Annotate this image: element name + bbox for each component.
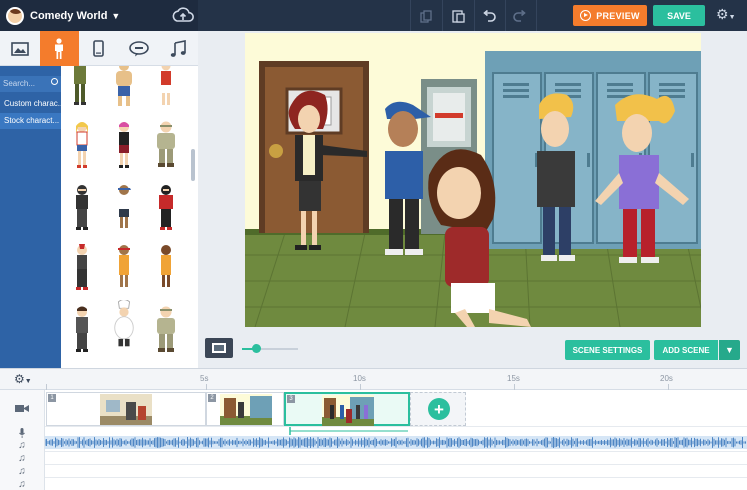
character-thumbnail[interactable] [151, 306, 181, 356]
scene-canvas[interactable] [245, 33, 701, 327]
scene-clip-active[interactable]: 3 [284, 392, 410, 435]
scene-thumbnail [100, 394, 152, 425]
character-thumbnail[interactable] [71, 184, 93, 234]
character-thumbnail[interactable] [71, 244, 93, 294]
toolbar-divider [410, 0, 411, 31]
scene-clip[interactable]: 2 [206, 392, 284, 426]
tick-label: 20s [660, 374, 673, 383]
add-scene-button[interactable]: ADD SCENE [654, 340, 718, 360]
character-thumbnail[interactable] [113, 121, 135, 171]
search-placeholder: Search... [3, 79, 36, 88]
add-scene-placeholder[interactable]: + [410, 392, 466, 426]
scene-thumbnail-toggle[interactable] [205, 338, 233, 358]
music-track-label: ♫ [0, 439, 45, 452]
voice-track-label [0, 427, 45, 439]
tab-bubble[interactable] [119, 31, 159, 66]
character-thumbnail[interactable] [69, 66, 91, 112]
paste-icon[interactable] [449, 7, 467, 25]
music-note-icon: ♫ [18, 453, 26, 464]
tick-label: 5s [200, 374, 209, 383]
tick-label: 10s [353, 374, 366, 383]
speech-bubble-icon [128, 40, 149, 56]
character-thumbnail[interactable] [113, 244, 135, 294]
scene-settings-button[interactable]: SCENE SETTINGS [565, 340, 650, 360]
redo-icon[interactable] [511, 7, 529, 25]
toolbar-divider [474, 0, 475, 31]
character-thumbnail[interactable] [71, 121, 93, 171]
timeline-ruler: ⚙▼ 5s 10s 15s 20s [0, 369, 747, 390]
tab-prop[interactable] [79, 31, 119, 66]
camera-track-label [0, 390, 45, 427]
music-track-label: ♫ [0, 452, 45, 465]
toolbar-divider [505, 0, 506, 31]
copy-icon[interactable] [417, 7, 435, 25]
music-track-label: ♫ [0, 465, 45, 478]
person-icon [55, 37, 64, 59]
film-icon [212, 343, 226, 353]
asset-tabs [0, 31, 198, 66]
undo-icon[interactable] [480, 7, 498, 25]
avatar [6, 6, 24, 25]
preview-button[interactable]: PREVIEW [573, 5, 647, 26]
music-track[interactable] [45, 478, 747, 490]
character-thumbnail[interactable] [113, 184, 135, 234]
play-icon [580, 10, 592, 21]
chevron-down-icon[interactable]: ▼ [719, 340, 740, 360]
tick-label: 15s [507, 374, 520, 383]
scene-thumbnail [220, 394, 272, 425]
preview-label: PREVIEW [596, 10, 640, 21]
settings-gear-icon[interactable]: ⚙▼ [716, 6, 736, 23]
scene-thumbnail [322, 395, 374, 426]
music-note-icon: ♫ [18, 479, 26, 490]
project-menu[interactable]: Comedy World ▼ [0, 0, 198, 31]
scene-number: 3 [287, 395, 295, 403]
asset-panel: Search... Custom charac... Stock charact… [0, 31, 198, 368]
panel-scrollbar[interactable] [191, 149, 195, 181]
character-thumbnail[interactable] [71, 306, 93, 356]
character-thumbnail[interactable] [155, 184, 177, 234]
save-button[interactable]: SAVE [653, 5, 705, 26]
timeline: ⚙▼ 5s 10s 15s 20s ♫ ♫ ♫ ♫ 1 2 3 + [0, 368, 747, 490]
music-note-icon: ♫ [18, 466, 26, 477]
character-thumbnail[interactable] [155, 66, 177, 112]
category-custom-characters[interactable]: Custom charac... [0, 96, 61, 112]
chevron-down-icon: ▼ [111, 10, 121, 21]
scene-number: 2 [208, 394, 216, 402]
category-stock-characters[interactable]: Stock charact... [0, 113, 61, 129]
character-thumbnail[interactable] [155, 244, 177, 294]
tab-music[interactable] [158, 31, 198, 66]
scene-motion-bar [289, 427, 408, 435]
character-thumbnail[interactable] [113, 66, 135, 112]
search-input[interactable]: Search... [0, 76, 61, 92]
scene-clip[interactable]: 1 [46, 392, 206, 426]
toolbar-divider [536, 0, 537, 31]
character-thumbnail[interactable] [151, 121, 181, 171]
music-note-icon: ♫ [18, 440, 26, 451]
music-track[interactable] [45, 452, 747, 465]
project-title: Comedy World [30, 9, 108, 22]
microphone-icon [19, 428, 25, 438]
plus-icon: + [428, 398, 450, 420]
music-waveform[interactable] [45, 436, 747, 449]
phone-icon [93, 40, 105, 57]
toolbar-divider [442, 0, 443, 31]
category-sidebar: Search... Custom charac... Stock charact… [0, 66, 61, 368]
top-bar: Comedy World ▼ PREVIEW SAVE ⚙▼ [0, 0, 747, 31]
music-track-label: ♫ [0, 478, 45, 490]
search-icon [51, 78, 58, 85]
scene-number: 1 [48, 394, 56, 402]
music-track[interactable] [45, 465, 747, 478]
zoom-slider-handle[interactable] [252, 344, 261, 353]
timeline-settings-icon[interactable]: ⚙▼ [14, 372, 32, 386]
tab-background[interactable] [0, 31, 40, 66]
cloud-upload-icon[interactable] [172, 6, 194, 24]
tab-character[interactable] [39, 31, 80, 66]
music-note-icon [170, 39, 186, 57]
camera-icon [15, 405, 29, 412]
character-grid [61, 66, 198, 368]
image-icon [10, 41, 29, 56]
character-thumbnail[interactable] [109, 300, 139, 350]
